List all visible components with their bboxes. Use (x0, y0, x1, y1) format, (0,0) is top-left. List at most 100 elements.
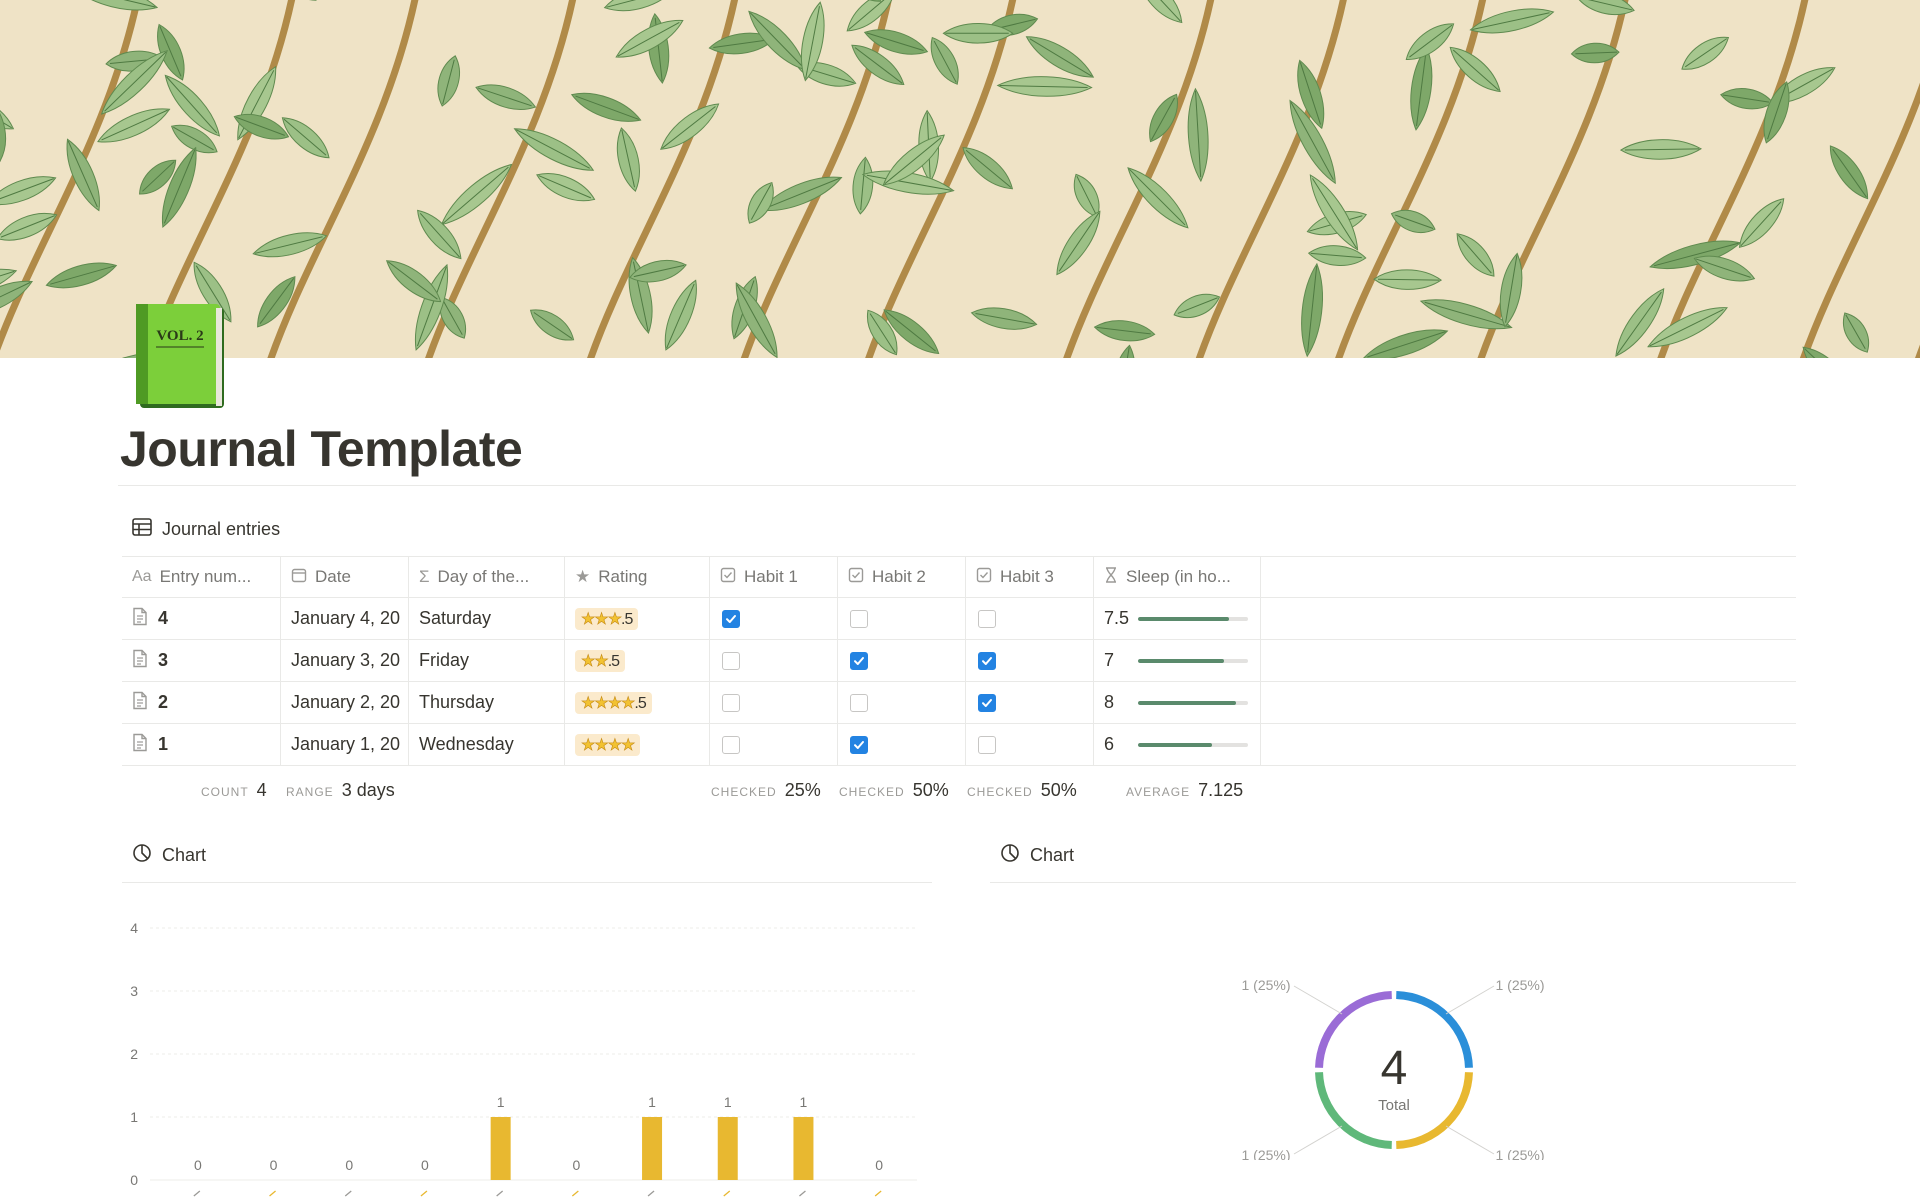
entry-cell[interactable]: 1 (122, 724, 281, 765)
count-calculation[interactable]: COUNT 4 (201, 780, 267, 801)
habit2-checkbox[interactable] (850, 735, 868, 754)
date-value: January 4, 20 (291, 608, 401, 628)
sleep-value: 7.5 (1104, 608, 1130, 628)
book-icon[interactable]: VOL. 2 (132, 298, 228, 414)
star-icon: ★ (621, 694, 636, 712)
date-cell[interactable]: January 4, 20 (281, 598, 409, 639)
column-label: Day of the... (437, 567, 530, 586)
column-header-sleep[interactable]: Sleep (in ho... (1094, 557, 1261, 597)
star-icon: ★ (607, 610, 622, 628)
column-label: Date (315, 567, 351, 586)
column-header-habit2[interactable]: Habit 2 (838, 557, 966, 597)
date-cell[interactable]: January 3, 20 (281, 640, 409, 681)
habit3-checkbox[interactable] (978, 693, 996, 712)
entry-cell[interactable]: 2 (122, 682, 281, 723)
sleep-progress-fill (1138, 658, 1224, 663)
habit3-checkbox[interactable] (978, 735, 996, 754)
table-row[interactable]: 4 January 4, 20 Saturday ★★★.5 7.5 (122, 598, 1796, 640)
entry-number[interactable]: 2 (158, 692, 168, 713)
page-icon (132, 649, 148, 673)
habit3-checkbox[interactable] (978, 651, 996, 670)
column-header-entry[interactable]: Aa Entry num... (122, 557, 281, 597)
entry-number[interactable]: 3 (158, 650, 168, 671)
average-label: AVERAGE (1126, 785, 1191, 799)
habit3-cell[interactable] (966, 598, 1094, 639)
date-cell[interactable]: January 2, 20 (281, 682, 409, 723)
row-spacer (1261, 598, 1796, 639)
x-tick-mark (344, 1190, 352, 1197)
habit2-cell[interactable] (838, 598, 966, 639)
table-row[interactable]: 1 January 1, 20 Wednesday ★★★★ 6 (122, 724, 1796, 766)
sleep-progress-bar (1138, 658, 1248, 663)
entry-number[interactable]: 4 (158, 608, 168, 629)
habit1-checkbox[interactable] (722, 735, 740, 754)
bar[interactable] (717, 1117, 738, 1180)
star-icon: ★ (607, 736, 622, 754)
page-icon (132, 607, 148, 631)
column-label: Rating (598, 567, 648, 586)
habit1-checkbox[interactable] (722, 609, 740, 628)
habit1-checkbox[interactable] (722, 693, 740, 712)
rating-cell[interactable]: ★★★.5 (565, 598, 710, 639)
table-row[interactable]: 2 January 2, 20 Thursday ★★★★.5 8 (122, 682, 1796, 724)
page-title[interactable]: Journal Template (120, 420, 523, 478)
habit1-cell[interactable] (710, 640, 838, 681)
habit3-cell[interactable] (966, 724, 1094, 765)
sleep-calculation[interactable]: AVERAGE 7.125 (1126, 780, 1243, 801)
table-row[interactable]: 3 January 3, 20 Friday ★★.5 7 (122, 640, 1796, 682)
bar[interactable] (793, 1117, 814, 1180)
left-chart-divider (122, 882, 932, 883)
habit2-checkbox[interactable] (850, 609, 868, 628)
entry-cell[interactable]: 3 (122, 640, 281, 681)
sleep-cell[interactable]: 7 (1094, 640, 1261, 681)
rating-cell[interactable]: ★★★★ (565, 724, 710, 765)
date-cell[interactable]: January 1, 20 (281, 724, 409, 765)
sleep-cell[interactable]: 7.5 (1094, 598, 1261, 639)
habit2-cell[interactable] (838, 724, 966, 765)
data-label: 0 (572, 1157, 580, 1173)
habit1-cell[interactable] (710, 724, 838, 765)
habit3-cell[interactable] (966, 640, 1094, 681)
range-calculation[interactable]: RANGE 3 days (286, 780, 395, 801)
rating-cell[interactable]: ★★★★.5 (565, 682, 710, 723)
habit2-checkbox[interactable] (850, 693, 868, 712)
habit2-cell[interactable] (838, 682, 966, 723)
habit3-calculation[interactable]: CHECKED 50% (967, 780, 1077, 801)
bar-chart[interactable]: 0 1 2 3 4 0 0 0 0 1 0 1 1 1 0 (122, 900, 932, 1199)
donut-chart[interactable]: 1 (25%) 1 (25%) 1 (25%) 1 (25%) 4 Total (1200, 960, 1590, 1160)
bar[interactable] (490, 1117, 511, 1180)
habit3-checkbox[interactable] (978, 609, 996, 628)
column-header-habit3[interactable]: Habit 3 (966, 557, 1094, 597)
column-header-date[interactable]: Date (281, 557, 409, 597)
hourglass-icon (1104, 566, 1118, 588)
sleep-cell[interactable]: 8 (1094, 682, 1261, 723)
habit2-cell[interactable] (838, 640, 966, 681)
entry-number[interactable]: 1 (158, 734, 168, 755)
slice-leader-line (1293, 985, 1343, 1015)
data-label: 1 (724, 1094, 732, 1110)
x-tick-mark (496, 1190, 504, 1197)
day-value: Friday (419, 650, 470, 670)
bar[interactable] (642, 1117, 663, 1180)
habit1-checkbox[interactable] (722, 651, 740, 670)
star-icon: ★ (594, 694, 609, 712)
count-value: 4 (256, 780, 267, 800)
database-header[interactable]: Journal entries (132, 518, 280, 541)
rating-half: .5 (607, 652, 620, 670)
entry-cell[interactable]: 4 (122, 598, 281, 639)
habit1-cell[interactable] (710, 682, 838, 723)
habit1-cell[interactable] (710, 598, 838, 639)
column-header-rating[interactable]: ★ Rating (565, 557, 710, 597)
day-cell: Friday (409, 640, 565, 681)
rating-cell[interactable]: ★★.5 (565, 640, 710, 681)
left-chart-header[interactable]: Chart (132, 843, 206, 868)
habit2-calculation[interactable]: CHECKED 50% (839, 780, 949, 801)
habit1-calculation[interactable]: CHECKED 25% (711, 780, 821, 801)
column-header-habit1[interactable]: Habit 1 (710, 557, 838, 597)
right-chart-header[interactable]: Chart (1000, 843, 1074, 868)
column-header-day[interactable]: Σ Day of the... (409, 557, 565, 597)
habit2-checkbox[interactable] (850, 651, 868, 670)
book-cover-label: VOL. 2 (156, 328, 203, 344)
sleep-cell[interactable]: 6 (1094, 724, 1261, 765)
habit3-cell[interactable] (966, 682, 1094, 723)
